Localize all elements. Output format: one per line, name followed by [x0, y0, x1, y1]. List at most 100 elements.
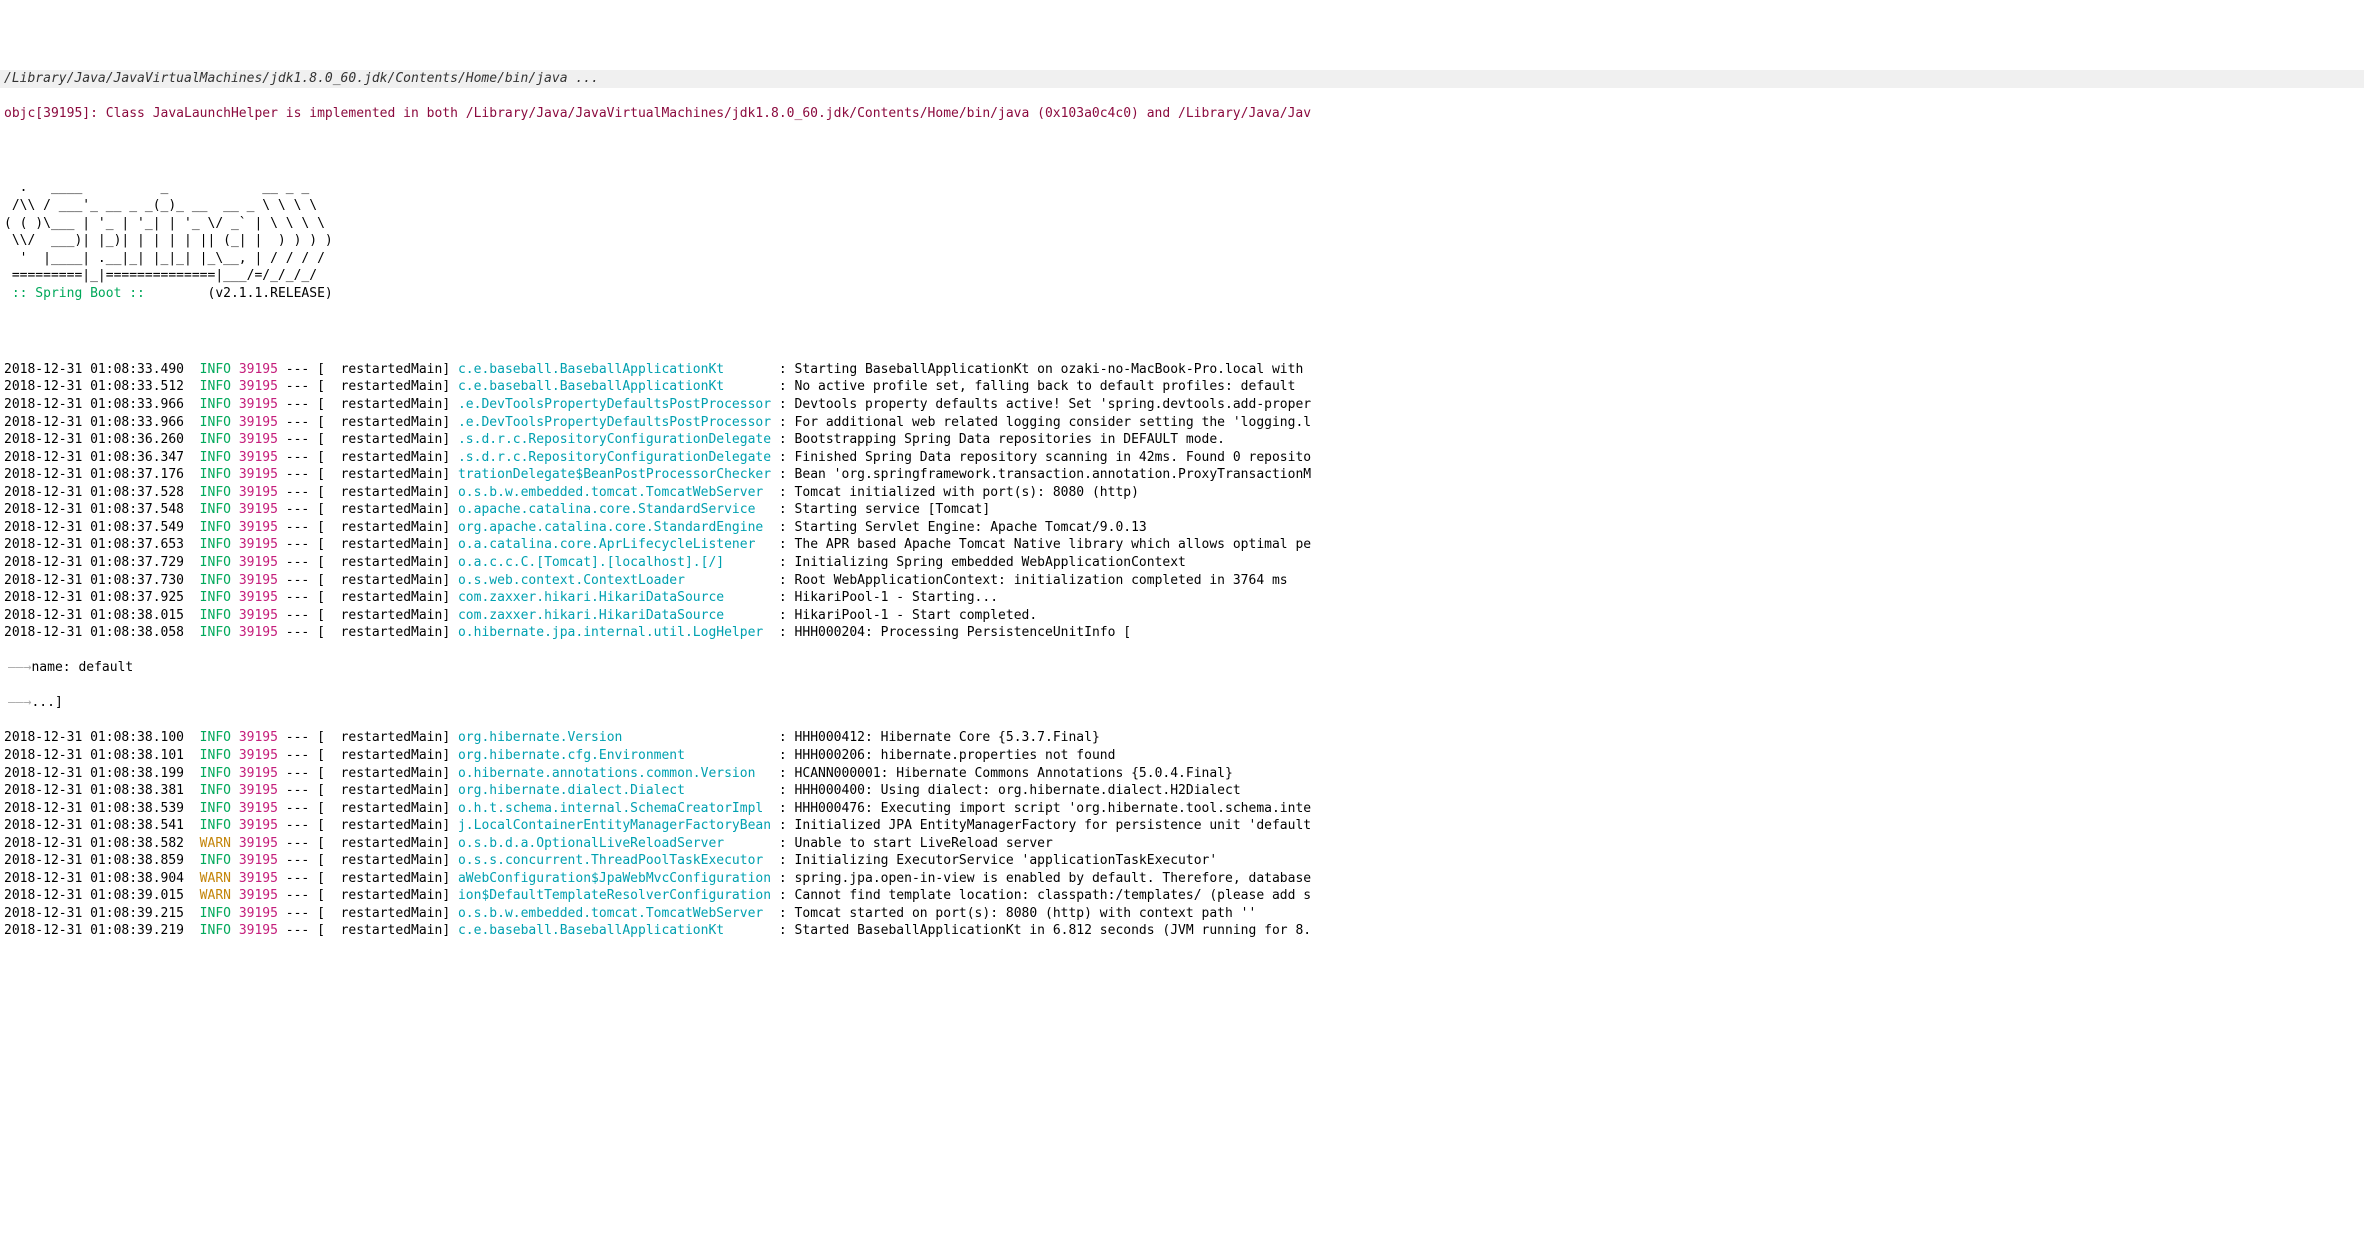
log-separator: --- [ — [278, 415, 325, 430]
log-separator: --- [ — [278, 625, 325, 640]
log-separator: --- [ — [278, 379, 325, 394]
log-separator: --- [ — [278, 818, 325, 833]
log-timestamp: 2018-12-31 01:08:38.582 — [4, 836, 184, 851]
log-logger: com.zaxxer.hikari.HikariDataSource — [458, 608, 771, 623]
log-message: Devtools property defaults active! Set '… — [795, 397, 1312, 412]
log-message: Bootstrapping Spring Data repositories i… — [795, 432, 1225, 447]
log-line: 2018-12-31 01:08:37.548 INFO 39195 --- [… — [4, 501, 2360, 519]
persistence-unit-name-line: ——→name: default — [4, 659, 2360, 677]
log-pid: 39195 — [239, 415, 278, 430]
log-timestamp: 2018-12-31 01:08:37.729 — [4, 555, 184, 570]
log-level: INFO — [200, 520, 231, 535]
log-logger: org.hibernate.Version — [458, 730, 771, 745]
log-colon: : — [771, 520, 794, 535]
log-logger: c.e.baseball.BaseballApplicationKt — [458, 923, 771, 938]
log-level: INFO — [200, 485, 231, 500]
log-thread: restartedMain] — [325, 485, 458, 500]
log-level: INFO — [200, 397, 231, 412]
log-thread: restartedMain] — [325, 450, 458, 465]
log-colon: : — [771, 818, 794, 833]
log-block-1: 2018-12-31 01:08:33.490 INFO 39195 --- [… — [4, 361, 2360, 642]
log-timestamp: 2018-12-31 01:08:33.966 — [4, 415, 184, 430]
log-logger: c.e.baseball.BaseballApplicationKt — [458, 362, 771, 377]
log-pid: 39195 — [239, 836, 278, 851]
log-message: Root WebApplicationContext: initializati… — [795, 573, 1288, 588]
log-logger: ion$DefaultTemplateResolverConfiguration — [458, 888, 771, 903]
log-separator: --- [ — [278, 502, 325, 517]
log-line: 2018-12-31 01:08:38.101 INFO 39195 --- [… — [4, 747, 2360, 765]
log-thread: restartedMain] — [325, 730, 458, 745]
log-pid: 39195 — [239, 537, 278, 552]
log-colon: : — [771, 801, 794, 816]
log-logger: .e.DevToolsPropertyDefaultsPostProcessor — [458, 415, 771, 430]
log-message: HHH000476: Executing import script 'org.… — [795, 801, 1312, 816]
spring-boot-banner: . ____ _ __ _ _ /\\ / ___'_ __ _ _(_)_ _… — [0, 162, 2364, 302]
log-colon: : — [771, 573, 794, 588]
log-timestamp: 2018-12-31 01:08:38.015 — [4, 608, 184, 623]
log-line: 2018-12-31 01:08:36.260 INFO 39195 --- [… — [4, 431, 2360, 449]
log-pid: 39195 — [239, 888, 278, 903]
log-line: 2018-12-31 01:08:37.730 INFO 39195 --- [… — [4, 572, 2360, 590]
log-logger: o.a.c.c.C.[Tomcat].[localhost].[/] — [458, 555, 771, 570]
log-message: For additional web related logging consi… — [795, 415, 1312, 430]
log-separator: --- [ — [278, 397, 325, 412]
log-timestamp: 2018-12-31 01:08:37.176 — [4, 467, 184, 482]
log-colon: : — [771, 730, 794, 745]
log-timestamp: 2018-12-31 01:08:33.966 — [4, 397, 184, 412]
log-separator: --- [ — [278, 362, 325, 377]
log-line: 2018-12-31 01:08:38.100 INFO 39195 --- [… — [4, 729, 2360, 747]
log-logger: o.s.b.w.embedded.tomcat.TomcatWebServer — [458, 906, 771, 921]
log-colon: : — [771, 379, 794, 394]
log-logger: o.s.s.concurrent.ThreadPoolTaskExecutor — [458, 853, 771, 868]
log-colon: : — [771, 467, 794, 482]
log-logger: o.s.b.d.a.OptionalLiveReloadServer — [458, 836, 771, 851]
spring-boot-version: (v2.1.1.RELEASE) — [153, 286, 333, 301]
log-message: Starting Servlet Engine: Apache Tomcat/9… — [795, 520, 1147, 535]
log-pid: 39195 — [239, 397, 278, 412]
log-level: INFO — [200, 923, 231, 938]
log-logger: o.s.web.context.ContextLoader — [458, 573, 771, 588]
log-level: INFO — [200, 625, 231, 640]
log-thread: restartedMain] — [325, 801, 458, 816]
log-separator: --- [ — [278, 906, 325, 921]
log-timestamp: 2018-12-31 01:08:37.528 — [4, 485, 184, 500]
log-separator: --- [ — [278, 432, 325, 447]
log-message: Initialized JPA EntityManagerFactory for… — [795, 818, 1312, 833]
log-timestamp: 2018-12-31 01:08:38.199 — [4, 766, 184, 781]
ascii-art: . ____ _ __ _ _ /\\ / ___'_ __ _ _(_)_ _… — [4, 180, 333, 283]
log-thread: restartedMain] — [325, 888, 458, 903]
log-message: No active profile set, falling back to d… — [795, 379, 1296, 394]
log-level: WARN — [200, 888, 231, 903]
log-colon: : — [771, 836, 794, 851]
log-timestamp: 2018-12-31 01:08:37.548 — [4, 502, 184, 517]
log-colon: : — [771, 608, 794, 623]
log-output[interactable]: 2018-12-31 01:08:33.490 INFO 39195 --- [… — [0, 343, 2364, 957]
log-pid: 39195 — [239, 923, 278, 938]
log-level: INFO — [200, 432, 231, 447]
log-timestamp: 2018-12-31 01:08:38.539 — [4, 801, 184, 816]
log-pid: 39195 — [239, 555, 278, 570]
log-pid: 39195 — [239, 432, 278, 447]
log-logger: .e.DevToolsPropertyDefaultsPostProcessor — [458, 397, 771, 412]
log-message: spring.jpa.open-in-view is enabled by de… — [795, 871, 1312, 886]
log-thread: restartedMain] — [325, 573, 458, 588]
log-timestamp: 2018-12-31 01:08:37.730 — [4, 573, 184, 588]
log-separator: --- [ — [278, 450, 325, 465]
log-separator: --- [ — [278, 888, 325, 903]
log-pid: 39195 — [239, 450, 278, 465]
log-logger: trationDelegate$BeanPostProcessorChecker — [458, 467, 771, 482]
log-level: INFO — [200, 415, 231, 430]
log-timestamp: 2018-12-31 01:08:37.925 — [4, 590, 184, 605]
log-colon: : — [771, 783, 794, 798]
log-timestamp: 2018-12-31 01:08:39.219 — [4, 923, 184, 938]
exec-command-line: /Library/Java/JavaVirtualMachines/jdk1.8… — [0, 70, 2364, 88]
log-separator: --- [ — [278, 537, 325, 552]
log-thread: restartedMain] — [325, 748, 458, 763]
log-line: 2018-12-31 01:08:39.015 WARN 39195 --- [… — [4, 887, 2360, 905]
persistence-unit-close-line: ——→...] — [4, 694, 2360, 712]
log-level: INFO — [200, 766, 231, 781]
log-thread: restartedMain] — [325, 362, 458, 377]
log-separator: --- [ — [278, 748, 325, 763]
log-separator: --- [ — [278, 573, 325, 588]
log-separator: --- [ — [278, 520, 325, 535]
